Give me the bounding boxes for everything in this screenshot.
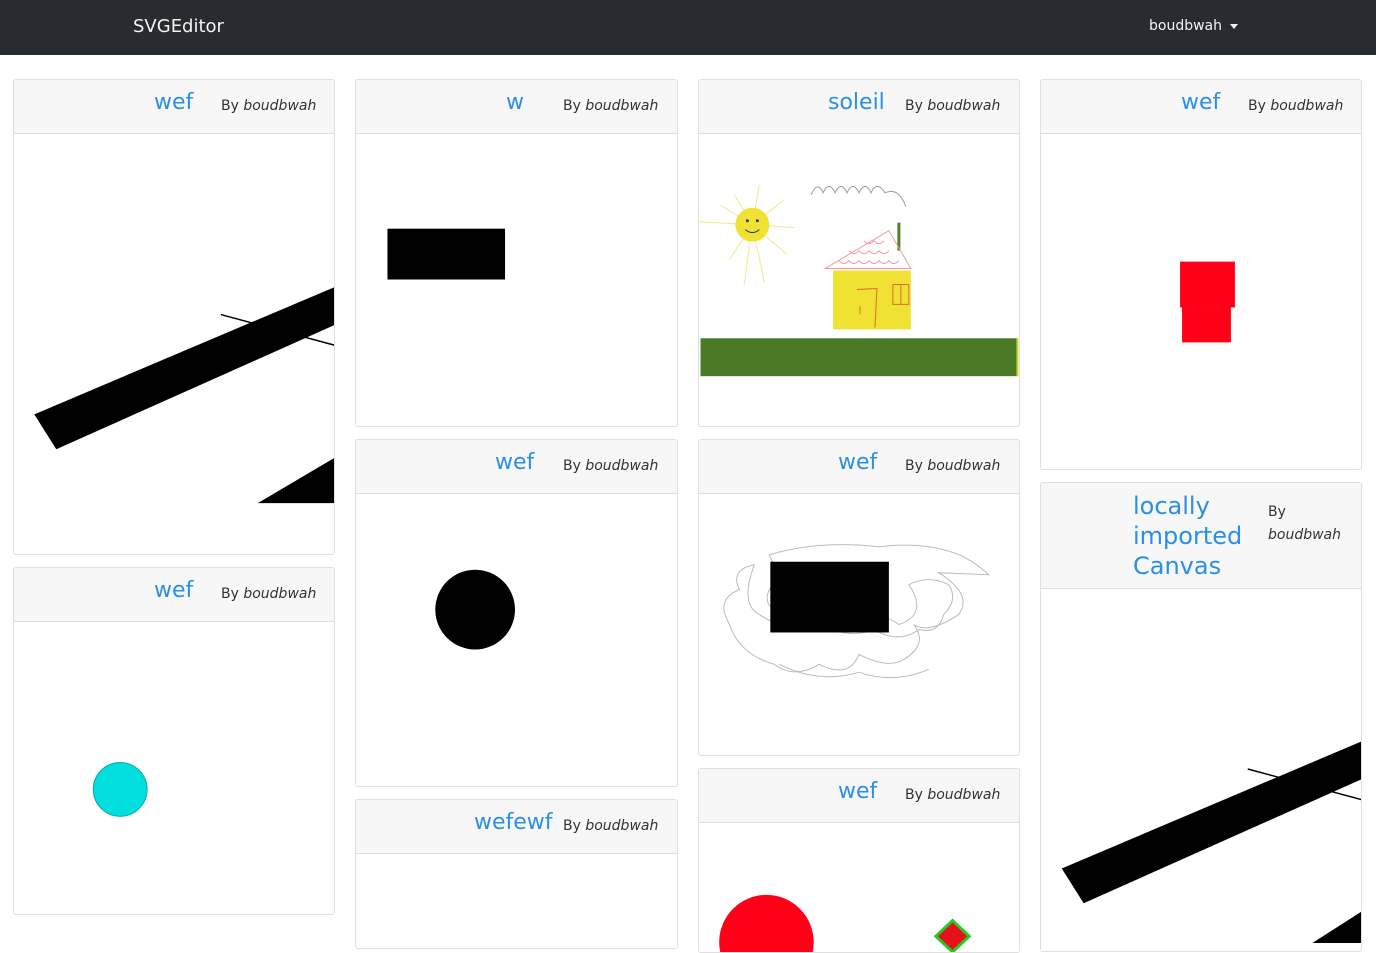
card-author: By boudbwah [563,818,659,834]
canvas-card[interactable]: locally imported Canvas By boudbwah [1040,482,1362,952]
grass-shape [700,338,1018,377]
card-author: By boudbwah [1248,98,1344,114]
canvas-drawing [34,287,334,504]
rectangle-shape [770,561,889,633]
card-author: By boudbwah [221,98,317,114]
card-author: By boudbwah [563,458,659,474]
thick-line-shape [1061,741,1361,904]
canvas-preview[interactable] [356,855,677,948]
red-square-shape [1180,261,1235,308]
card-header: w By boudbwah [356,80,677,134]
card-title-link[interactable]: wef [154,90,193,115]
triangle-shape [1312,911,1361,944]
card-author: By boudbwah [905,787,1001,803]
card-title-link[interactable]: w [506,90,524,115]
red-rectangle-shape [1182,307,1231,343]
card-title-link[interactable]: wef [838,450,877,475]
card-header: wefewf By boudbwah [356,800,677,854]
canvas-drawing [719,894,972,952]
caret-down-icon [1230,23,1239,29]
card-header: wef By boudbwah [356,440,677,494]
canvas-preview[interactable] [14,623,334,914]
canvas-card[interactable]: wefewf By boudbwah [355,799,678,949]
card-title-link[interactable]: wef [495,450,534,475]
canvas-drawing [699,184,1019,377]
canvas-preview[interactable] [1041,590,1361,951]
canvas-preview[interactable] [356,135,677,426]
navbar: SVGEditor boudbwah [0,0,1376,55]
canvas-card[interactable]: wef By boudbwah [13,567,335,915]
canvas-card[interactable]: wef By boudbwah [355,439,678,787]
card-header: wef By boudbwah [699,769,1019,823]
canvas-preview[interactable] [699,824,1019,952]
circle-shape [435,569,516,650]
canvas-card[interactable]: wef By boudbwah [698,439,1020,756]
diamond-shape [933,918,972,952]
card-header: wef By boudbwah [1041,80,1361,134]
card-header: wef By boudbwah [14,568,334,622]
triangle-shape [257,458,334,504]
card-title-link[interactable]: wef [154,578,193,603]
canvas-preview[interactable] [699,495,1019,755]
canvas-card[interactable]: soleil By boudbwah [698,79,1020,427]
card-title-link[interactable]: wef [838,779,877,804]
circle-shape [719,894,814,952]
card-header: wef By boudbwah [699,440,1019,494]
canvas-card[interactable]: wef By boudbwah [698,768,1020,953]
thick-line-shape [34,287,334,450]
card-author: By boudbwah [221,586,317,602]
brand-link[interactable]: SVGEditor [133,16,224,37]
card-header: locally imported Canvas By boudbwah [1041,483,1361,589]
canvas-card[interactable]: wef By boudbwah [1040,79,1362,470]
card-title-link[interactable]: soleil [828,90,885,115]
user-name: boudbwah [1149,18,1223,34]
canvas-drawing [1061,741,1361,944]
user-dropdown[interactable]: boudbwah [1149,18,1239,34]
canvas-drawing [1180,261,1235,343]
card-header: wef By boudbwah [14,80,334,134]
canvas-preview[interactable] [1041,135,1361,469]
canvas-preview[interactable] [356,495,677,786]
card-header: soleil By boudbwah [699,80,1019,134]
house-shape [833,270,911,330]
card-title-link[interactable]: locally imported Canvas [1133,491,1242,581]
card-title-link[interactable]: wefewf [474,810,553,835]
canvas-drawing [723,544,990,679]
canvas-card[interactable]: w By boudbwah [355,79,678,427]
smoke-shape [810,185,907,207]
sun-shape [735,207,770,242]
card-author: By boudbwah [905,458,1001,474]
canvas-drawing [435,569,516,650]
canvas-preview[interactable] [14,135,334,554]
card-author: By boudbwah [1268,504,1342,543]
card-title-link[interactable]: wef [1181,90,1220,115]
circle-shape [92,762,148,817]
rectangle-shape [387,228,506,280]
card-author: By boudbwah [905,98,1001,114]
card-author: By boudbwah [563,98,659,114]
canvas-drawing [92,762,148,817]
canvas-preview[interactable] [699,135,1019,426]
canvas-drawing [387,228,506,280]
canvas-card[interactable]: wef By boudbwah [13,79,335,555]
